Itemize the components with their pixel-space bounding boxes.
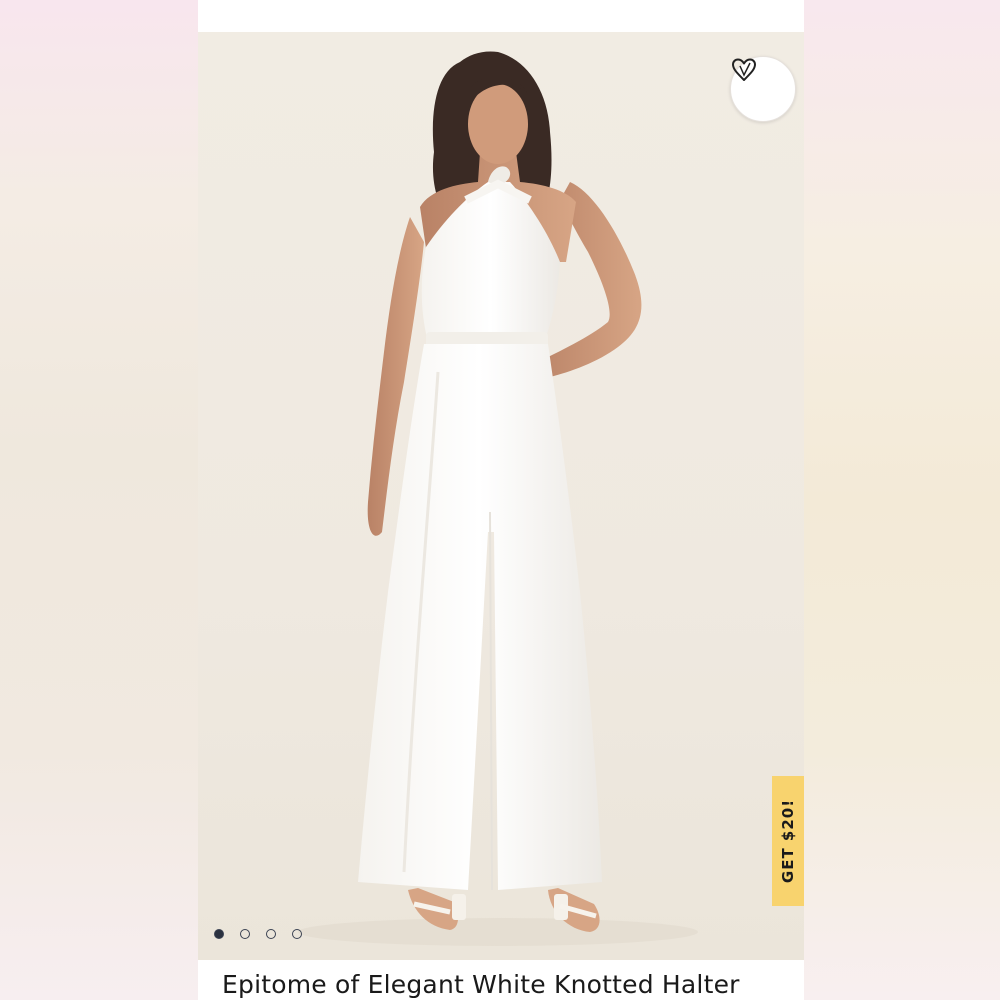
carousel-indicators <box>214 929 302 939</box>
favorite-button[interactable] <box>730 56 796 122</box>
blurred-background-right <box>804 0 1000 1000</box>
product-image[interactable] <box>198 32 804 960</box>
model-illustration <box>298 51 698 946</box>
carousel-dot[interactable] <box>266 929 276 939</box>
product-title: Epitome of Elegant White Knotted Halter <box>222 970 740 999</box>
product-page: GET $20! Epitome of Elegant White Knotte… <box>198 0 804 1000</box>
top-header-strip <box>198 0 804 32</box>
blurred-background-left <box>0 0 198 1000</box>
carousel-dot[interactable] <box>214 929 224 939</box>
carousel-dot[interactable] <box>240 929 250 939</box>
product-title-bar: Epitome of Elegant White Knotted Halter <box>198 960 804 1000</box>
carousel-dot[interactable] <box>292 929 302 939</box>
heart-outline-icon <box>732 58 756 81</box>
promo-tab[interactable]: GET $20! <box>772 776 804 906</box>
promo-label: GET $20! <box>779 798 798 884</box>
